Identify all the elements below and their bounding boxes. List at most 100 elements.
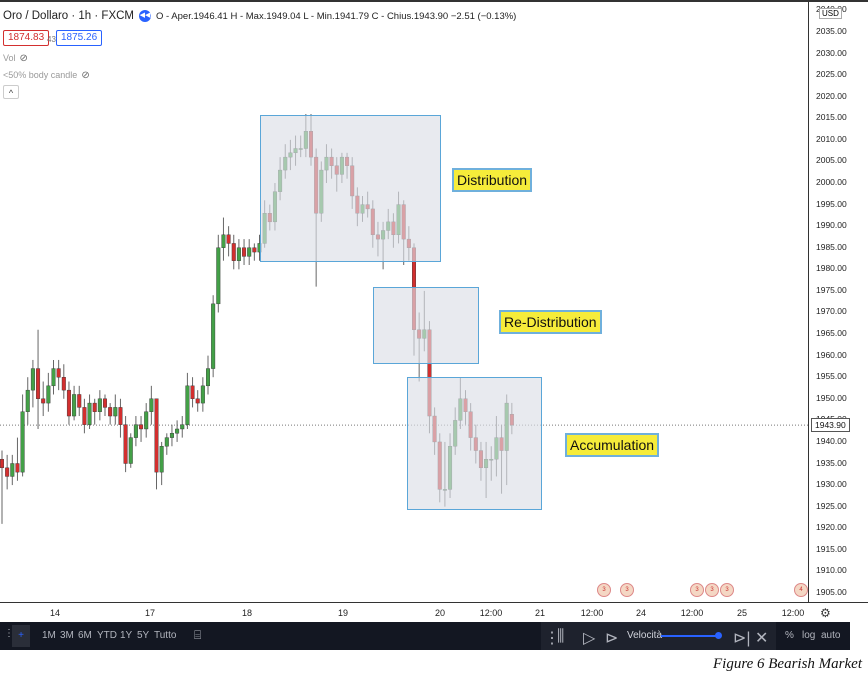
economic-event-icon[interactable]: 3 [690,583,704,597]
time-label: 12:00 [680,608,704,618]
candle-up [205,368,210,387]
economic-event-icon[interactable]: 3 [597,583,611,597]
time-label: 21 [534,608,546,618]
candle-down [77,394,82,408]
candle-down [190,385,195,399]
price-tick: 2010.00 [816,133,847,144]
collapse-chevron-up-icon[interactable]: ^ [3,85,19,99]
crosshair-icon[interactable]: + [12,625,30,647]
eye-hidden-icon[interactable]: ⊘ [81,70,89,81]
candle-down [226,234,231,244]
range-button-5y[interactable]: 5Y [137,630,149,641]
speed-slider-handle[interactable] [715,632,722,639]
price-tick: 2025.00 [816,69,847,80]
range-button-1m[interactable]: 1M [42,630,56,641]
candle-down [154,398,159,473]
price-tick: 1975.00 [816,284,847,295]
candle-up [164,437,169,447]
price-axis[interactable]: 2040.002035.002030.002025.002020.002015.… [808,0,868,602]
range-button-6m[interactable]: 6M [78,630,92,641]
candle-down [252,247,257,253]
candle-up [149,398,154,412]
range-button-1y[interactable]: 1Y [120,630,132,641]
percent-scale-toggle[interactable]: % [785,630,794,641]
candle-up [20,411,25,473]
candle-up [128,437,133,464]
time-label: 24 [635,608,647,618]
economic-event-icon[interactable]: 3 [620,583,634,597]
candle-down [36,368,41,399]
jump-to-end-icon[interactable]: ⊳| [733,628,751,648]
re-distribution-zone [373,287,479,364]
replay-controls: ⋮ ⫼ ▷ ⊳ Velocità ⊳| ✕ [541,622,776,650]
candle-up [113,407,118,417]
distribution-label: Distribution [452,168,533,192]
symbol-title[interactable]: Oro / Dollaro · 1h · FXCM [3,10,134,22]
time-label: 19 [337,608,349,618]
indicator-body-candle[interactable]: <50% body candle ⊘ [3,70,90,81]
close-replay-icon[interactable]: ✕ [755,628,768,648]
time-axis[interactable]: 14 17 18 19 20 12:00 21 12:00 24 12:00 25 12:00 ⚙ [0,602,868,622]
auto-scale-toggle[interactable]: auto [821,630,840,641]
candle-down [0,458,4,469]
candle-up [133,424,138,438]
replay-icon[interactable]: ◀◀ [139,10,151,22]
price-tick: 1995.00 [816,198,847,209]
figure-caption: Figure 6 Bearish Market [713,656,862,672]
time-label: 12:00 [781,608,805,618]
candle-down [61,377,66,391]
range-button-ytd[interactable]: YTD [97,630,117,641]
time-label: 12:00 [479,608,503,618]
price-tick: 1910.00 [816,565,847,576]
candle-up [180,424,185,430]
candle-up [185,385,190,425]
currency-label[interactable]: USD [819,8,842,19]
candle-up [144,411,149,430]
candle-down [92,402,97,412]
candle-up [200,385,205,404]
candle-down [5,467,10,477]
buy-price[interactable]: 1875.26 [56,30,103,46]
candle-up [221,234,226,248]
price-tick: 1970.00 [816,306,847,317]
candle-up [10,463,15,477]
price-tick: 1955.00 [816,371,847,382]
candle-down [242,247,247,257]
candle-up [175,428,180,434]
candle-down [108,407,113,417]
price-tick: 1985.00 [816,241,847,252]
time-label: 20 [434,608,446,618]
accumulation-label: Accumulation [565,433,660,457]
price-tick: 1905.00 [816,586,847,597]
settings-gear-icon[interactable]: ⚙ [820,606,831,620]
candle-down [102,398,107,408]
economic-event-icon[interactable]: 4 [794,583,808,597]
price-tick: 2015.00 [816,112,847,123]
price-tick: 1940.00 [816,435,847,446]
candle-down [66,389,71,417]
range-button-3m[interactable]: 3M [60,630,74,641]
price-tick: 1990.00 [816,220,847,231]
candle-down [195,398,200,404]
eye-hidden-icon[interactable]: ⊘ [20,53,28,64]
time-label: 17 [144,608,156,618]
candle-up [51,368,56,387]
candle-down [118,407,123,425]
date-range-icon[interactable]: ⌸ [194,628,201,643]
play-icon[interactable]: ▷ [583,628,595,648]
time-label: 25 [736,608,748,618]
candle-up [97,398,102,412]
economic-event-icon[interactable]: 3 [705,583,719,597]
price-tick: 1930.00 [816,479,847,490]
candle-up [236,247,241,261]
log-scale-toggle[interactable]: log [802,630,815,641]
speed-slider[interactable] [661,635,719,637]
step-forward-icon[interactable]: ⊳ [605,628,618,648]
indicator-vol[interactable]: Vol ⊘ [3,53,28,64]
range-button-tutto[interactable]: Tutto [154,630,176,641]
select-bar-icon[interactable]: ⫼ [557,628,564,646]
price-tick: 1920.00 [816,522,847,533]
economic-event-icon[interactable]: 3 [720,583,734,597]
indicator-body-candle-label: <50% body candle [3,70,78,80]
time-label: 12:00 [580,608,604,618]
